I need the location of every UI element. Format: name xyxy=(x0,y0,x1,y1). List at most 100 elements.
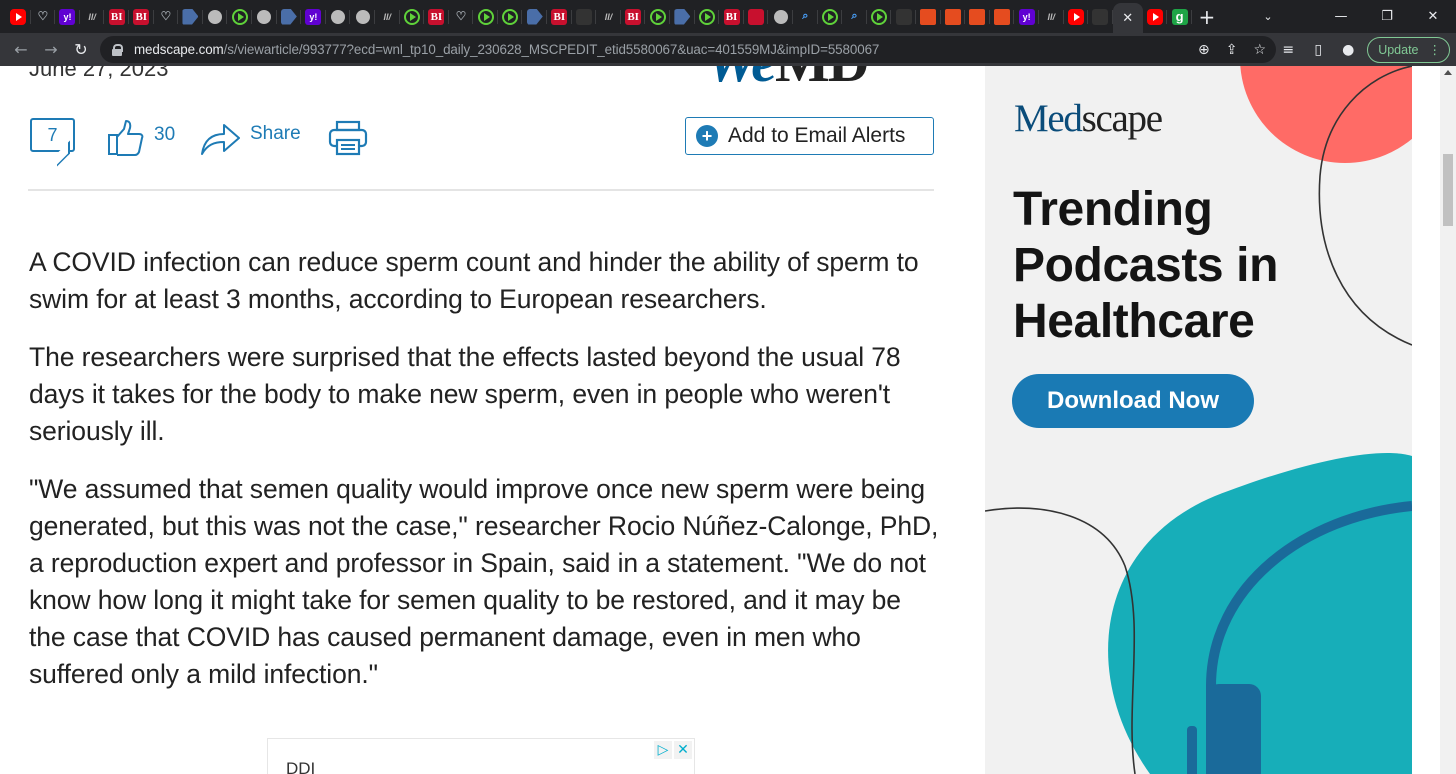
youtube-icon xyxy=(1067,8,1084,25)
divider xyxy=(28,189,934,191)
tab[interactable] xyxy=(744,0,769,33)
brand-med: Med xyxy=(1014,97,1083,140)
restore-button[interactable]: ❐ xyxy=(1364,0,1410,33)
tab-search-button[interactable]: ⌄ xyxy=(1248,0,1288,33)
tab[interactable] xyxy=(203,0,228,33)
add-email-alerts-button[interactable]: + Add to Email Alerts xyxy=(685,117,934,155)
tab[interactable] xyxy=(522,0,547,33)
inline-ad-label: DDI xyxy=(286,759,316,774)
tab[interactable]: y! xyxy=(301,0,326,33)
forward-button[interactable]: → xyxy=(36,35,66,65)
tab[interactable] xyxy=(867,0,892,33)
tab[interactable] xyxy=(1064,0,1089,33)
close-icon[interactable]: ✕ xyxy=(1122,11,1133,26)
tab[interactable] xyxy=(350,0,375,33)
tab[interactable] xyxy=(6,0,31,33)
active-tab[interactable]: ✕ xyxy=(1112,3,1143,33)
print-icon[interactable] xyxy=(328,120,368,156)
browser-toolbar: ← → ↻ medscape.com/s/viewarticle/993777?… xyxy=(0,33,1456,66)
scroll-thumb[interactable] xyxy=(1443,154,1453,226)
play-icon xyxy=(698,8,715,25)
tab[interactable]: ♡ xyxy=(31,0,56,33)
brand-scape: scape xyxy=(1081,97,1163,140)
reload-button[interactable]: ↻ xyxy=(66,35,96,65)
window-close-button[interactable]: ✕ xyxy=(1410,0,1456,33)
tab[interactable] xyxy=(916,0,941,33)
adchoices-icon[interactable]: ▷ xyxy=(654,741,672,759)
tab[interactable] xyxy=(768,0,793,33)
tab[interactable] xyxy=(941,0,966,33)
tab[interactable]: g xyxy=(1167,0,1192,33)
share-page-icon[interactable]: ⇪ xyxy=(1226,42,1238,58)
play-icon xyxy=(649,8,666,25)
youtube-icon xyxy=(10,8,27,25)
business-insider-icon: BI xyxy=(108,8,125,25)
address-bar[interactable]: medscape.com/s/viewarticle/993777?ecd=wn… xyxy=(100,36,1276,63)
tab[interactable] xyxy=(326,0,351,33)
update-button[interactable]: Update ⋮ xyxy=(1367,36,1450,63)
tab[interactable]: BI xyxy=(547,0,572,33)
comments-button[interactable]: 7 xyxy=(30,118,75,152)
tab[interactable] xyxy=(400,0,425,33)
tab[interactable]: BI xyxy=(424,0,449,33)
tab[interactable] xyxy=(990,0,1015,33)
tab[interactable]: ll/ xyxy=(596,0,621,33)
profile-icon[interactable]: ● xyxy=(1333,35,1363,65)
tab[interactable] xyxy=(277,0,302,33)
tab[interactable] xyxy=(252,0,277,33)
article-date: June 27, 2023 xyxy=(29,66,169,81)
minimize-button[interactable]: — xyxy=(1318,0,1364,33)
business-insider-icon: BI xyxy=(428,8,445,25)
tab[interactable]: ♡ xyxy=(154,0,179,33)
article-paragraph: "We assumed that semen quality would imp… xyxy=(29,474,939,689)
tab[interactable] xyxy=(1143,0,1168,33)
zoom-icon[interactable]: ⊕ xyxy=(1198,42,1210,58)
new-tab-button[interactable]: + xyxy=(1192,0,1222,33)
tab[interactable]: ll/ xyxy=(1039,0,1064,33)
tab[interactable] xyxy=(891,0,916,33)
inline-ad[interactable]: DDI ▷ ✕ xyxy=(267,738,695,774)
grey-icon: ll/ xyxy=(604,11,613,22)
share-icon[interactable] xyxy=(200,116,242,158)
podcast-icon xyxy=(969,8,986,25)
tab[interactable] xyxy=(818,0,843,33)
tab[interactable] xyxy=(498,0,523,33)
tab[interactable]: BI xyxy=(104,0,129,33)
tab[interactable]: ll/ xyxy=(375,0,400,33)
tab[interactable]: ⌕ xyxy=(793,0,818,33)
reading-list-icon[interactable]: ≡ xyxy=(1273,35,1303,65)
scroll-up-arrow[interactable] xyxy=(1444,70,1452,75)
tab[interactable] xyxy=(695,0,720,33)
tab[interactable] xyxy=(670,0,695,33)
tab[interactable] xyxy=(227,0,252,33)
tab[interactable]: y! xyxy=(1014,0,1039,33)
side-panel-icon[interactable]: ▯ xyxy=(1303,35,1333,65)
podcast-ad[interactable]: Medscape Trending Podcasts in Healthcare… xyxy=(985,66,1412,774)
bookmark-star-icon[interactable]: ☆ xyxy=(1253,42,1266,58)
tab[interactable]: ⌕ xyxy=(842,0,867,33)
tab[interactable]: BI xyxy=(719,0,744,33)
thumbs-up-icon[interactable] xyxy=(106,118,146,158)
back-button[interactable]: ← xyxy=(6,35,36,65)
arrow-icon xyxy=(674,8,691,25)
tab[interactable] xyxy=(645,0,670,33)
ad-headline-line: Podcasts in xyxy=(1013,239,1279,292)
tab[interactable] xyxy=(178,0,203,33)
download-now-button[interactable]: Download Now xyxy=(1012,374,1254,428)
play-icon xyxy=(231,8,248,25)
tab[interactable]: BI xyxy=(129,0,154,33)
page-scrollbar[interactable] xyxy=(1440,66,1456,774)
url-text[interactable]: medscape.com/s/viewarticle/993777?ecd=wn… xyxy=(134,42,879,57)
tab[interactable]: y! xyxy=(55,0,80,33)
tab[interactable] xyxy=(1088,0,1113,33)
tab[interactable]: ♡ xyxy=(449,0,474,33)
play-icon xyxy=(821,8,838,25)
share-button[interactable]: Share xyxy=(250,123,301,145)
ad-close-icon[interactable]: ✕ xyxy=(674,741,692,759)
webmd-logo[interactable]: WeMD xyxy=(706,66,870,95)
tab[interactable]: BI xyxy=(621,0,646,33)
tab[interactable] xyxy=(965,0,990,33)
tab[interactable] xyxy=(572,0,597,33)
tab[interactable]: ll/ xyxy=(80,0,105,33)
tab[interactable] xyxy=(473,0,498,33)
